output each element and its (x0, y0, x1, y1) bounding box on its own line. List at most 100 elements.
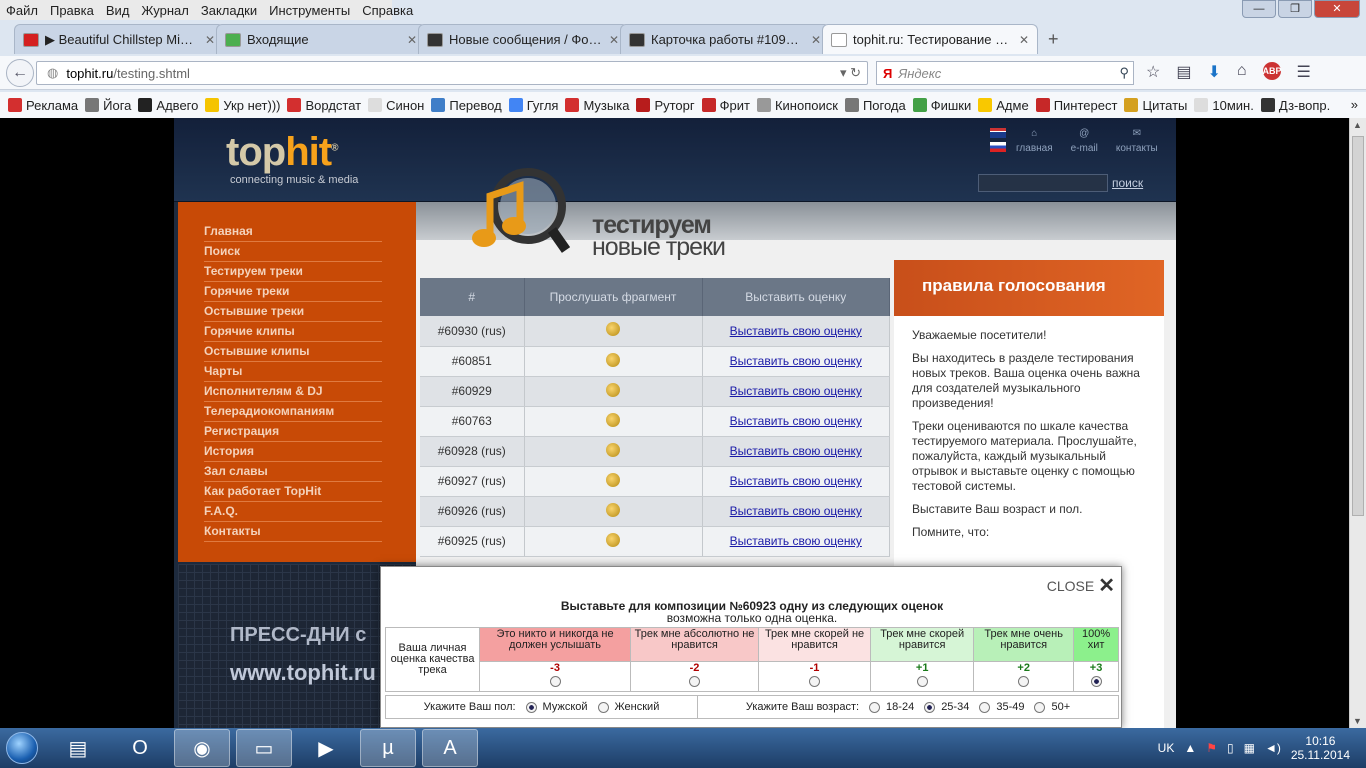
bookmark-item[interactable]: Погода (844, 98, 906, 113)
adblock-icon[interactable]: ABP (1262, 62, 1282, 80)
browser-tab[interactable]: ▶ Beautiful Chillstep Mix #... ✕ (14, 24, 224, 54)
window-close-button[interactable]: ✕ (1314, 0, 1360, 18)
browser-tab[interactable]: tophit.ru: Тестирование ново... ✕ (822, 24, 1038, 54)
home-icon[interactable]: ⌂ (1237, 62, 1247, 82)
bookmark-item[interactable]: Пинтерест (1035, 98, 1117, 113)
browser-tab[interactable]: Новые сообщения / Фор... ✕ (418, 24, 628, 54)
rate-link[interactable]: Выставить свою оценку (730, 474, 862, 488)
site-search-button[interactable]: поиск (1112, 176, 1143, 190)
close-button[interactable]: CLOSE ✕ (1047, 573, 1115, 598)
rate-link[interactable]: Выставить свою оценку (730, 354, 862, 368)
page-info-icon[interactable]: ◍ (47, 65, 58, 81)
browser-tab[interactable]: Входящие ✕ (216, 24, 426, 54)
rating-option[interactable]: +1 (870, 661, 975, 692)
taskbar-advego-icon[interactable]: A (422, 729, 478, 767)
rate-link[interactable]: Выставить свою оценку (730, 384, 862, 398)
bookmark-item[interactable]: Перевод (431, 98, 502, 113)
language-indicator[interactable]: UK (1158, 741, 1175, 755)
tab-close-icon[interactable]: ✕ (1019, 33, 1029, 47)
bookmark-item[interactable]: Вордстат (287, 98, 361, 113)
bookmark-item[interactable]: Синон (368, 98, 424, 113)
scroll-down-icon[interactable]: ▼ (1353, 716, 1362, 726)
sidebar-item[interactable]: Регистрация (204, 422, 382, 442)
bookmarks-more-icon[interactable]: » (1351, 97, 1358, 112)
bookmark-item[interactable]: Гугля (508, 98, 558, 113)
clock[interactable]: 10:16 25.11.2014 (1291, 734, 1350, 762)
minimize-button[interactable]: — (1242, 0, 1276, 18)
topnav-item[interactable]: ✉ контакты (1116, 128, 1158, 154)
sidebar-item[interactable]: Телерадиокомпаниям (204, 402, 382, 422)
bookmark-item[interactable]: Цитаты (1124, 98, 1187, 113)
tab-close-icon[interactable]: ✕ (205, 33, 215, 47)
topnav-item[interactable]: ⌂ главная (1016, 128, 1053, 154)
rating-radio[interactable] (689, 676, 701, 687)
play-fragment-icon[interactable] (606, 322, 620, 337)
sidebar-item[interactable]: Зал славы (204, 462, 382, 482)
rating-radio[interactable] (549, 676, 561, 687)
sidebar-item[interactable]: F.A.Q. (204, 502, 382, 522)
flag-icon[interactable]: ⚑ (1206, 741, 1217, 755)
rate-link[interactable]: Выставить свою оценку (730, 534, 862, 548)
sidebar-item[interactable]: Чарты (204, 362, 382, 382)
bookmark-item[interactable]: Фрит (701, 98, 750, 113)
rating-radio[interactable] (1090, 676, 1102, 687)
taskbar-folder-icon[interactable]: ▭ (236, 729, 292, 767)
menu-item-4[interactable]: Закладки (201, 3, 257, 18)
tophit-logo[interactable]: tophit® (226, 130, 339, 175)
sidebar-item[interactable]: История (204, 442, 382, 462)
sidebar-item[interactable]: Остывшие клипы (204, 342, 382, 362)
gender-radio[interactable] (525, 701, 537, 713)
menu-item-0[interactable]: Файл (6, 3, 38, 18)
age-radio[interactable] (869, 701, 881, 713)
rating-option[interactable]: -1 (757, 661, 872, 692)
sidebar-item[interactable]: Поиск (204, 242, 382, 262)
close-icon[interactable]: ✕ (1098, 573, 1115, 598)
rate-link[interactable]: Выставить свою оценку (730, 414, 862, 428)
tab-close-icon[interactable]: ✕ (609, 33, 619, 47)
download-icon[interactable]: ⬇ (1207, 62, 1220, 82)
play-fragment-icon[interactable] (606, 502, 620, 517)
menu-icon[interactable]: ☰ (1297, 62, 1311, 82)
back-button[interactable]: ← (6, 59, 34, 87)
sidebar-item[interactable]: Горячие треки (204, 282, 382, 302)
reload-icon[interactable]: ▾ ↻ (840, 65, 861, 81)
bookmark-star-icon[interactable]: ☆ (1146, 62, 1160, 82)
play-fragment-icon[interactable] (606, 382, 620, 397)
device-icon[interactable]: ▯ (1227, 741, 1234, 755)
search-bar[interactable]: Я Яндекс ⚲ (876, 61, 1134, 85)
bookmark-item[interactable]: Йога (85, 98, 131, 113)
play-fragment-icon[interactable] (606, 532, 620, 547)
taskbar-utorrent-icon[interactable]: µ (360, 729, 416, 767)
menu-item-1[interactable]: Правка (50, 3, 94, 18)
bookmark-item[interactable]: 10мин. (1194, 98, 1254, 113)
rate-link[interactable]: Выставить свою оценку (730, 504, 862, 518)
sidebar-item[interactable]: Горячие клипы (204, 322, 382, 342)
rating-radio[interactable] (1018, 676, 1030, 687)
sidebar-item[interactable]: Главная (204, 222, 382, 242)
sidebar-item[interactable]: Как работает TopHit (204, 482, 382, 502)
new-tab-button[interactable]: + (1048, 24, 1059, 54)
bookmark-item[interactable]: Руторг (636, 98, 695, 113)
site-search-input[interactable] (978, 174, 1108, 192)
age-radio[interactable] (979, 701, 991, 713)
menu-item-3[interactable]: Журнал (141, 3, 188, 18)
taskbar-explorer-icon[interactable]: ▤ (50, 729, 106, 767)
rating-radio[interactable] (809, 676, 821, 687)
rate-link[interactable]: Выставить свою оценку (730, 324, 862, 338)
start-button[interactable] (0, 728, 44, 768)
menu-item-6[interactable]: Справка (362, 3, 413, 18)
bookmark-item[interactable]: Адвего (138, 98, 198, 113)
age-radio[interactable] (1034, 701, 1046, 713)
sidebar-item[interactable]: Исполнителям & DJ (204, 382, 382, 402)
bookmark-item[interactable]: Дз-вопр. (1260, 98, 1330, 113)
bookmark-item[interactable]: Адме (978, 98, 1029, 113)
play-fragment-icon[interactable] (606, 442, 620, 457)
gender-radio[interactable] (597, 701, 609, 713)
bookmark-item[interactable]: Кинопоиск (756, 98, 838, 113)
search-icon[interactable]: ⚲ (1119, 65, 1129, 81)
taskbar-media-icon[interactable]: ▶ (298, 729, 354, 767)
sidebar-item[interactable]: Тестируем треки (204, 262, 382, 282)
play-fragment-icon[interactable] (606, 412, 620, 427)
uk-flag-icon[interactable] (990, 128, 1006, 138)
rating-radio[interactable] (916, 676, 928, 687)
